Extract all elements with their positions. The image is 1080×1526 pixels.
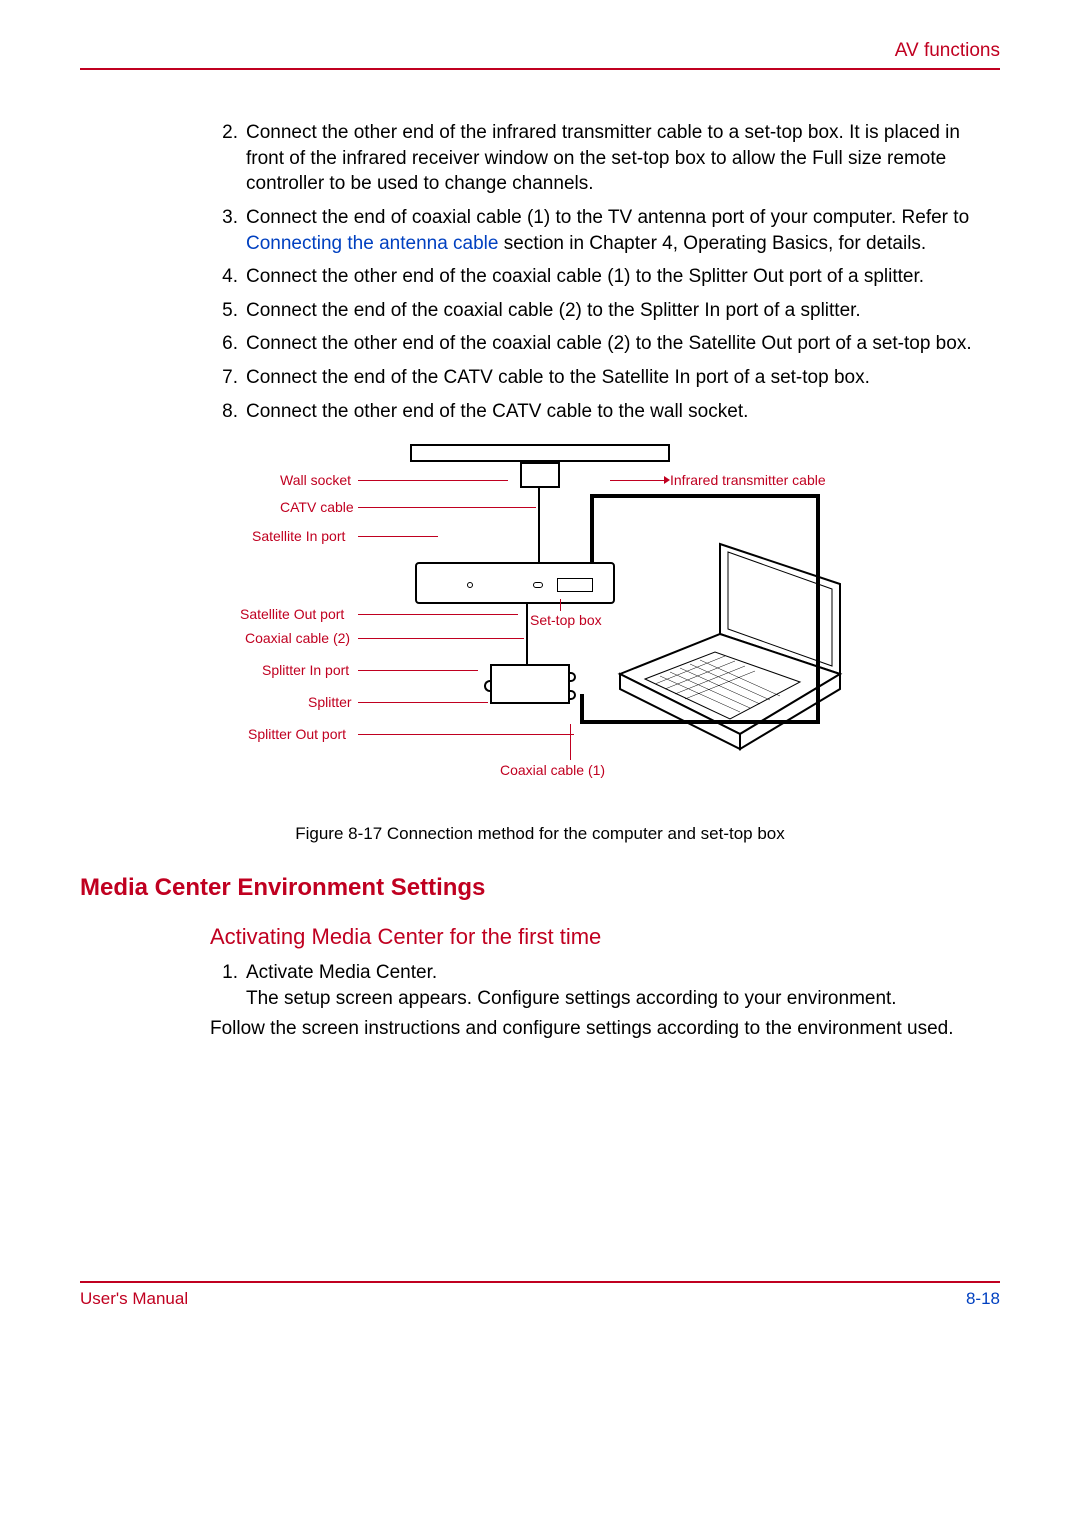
label-sat-in: Satellite In port bbox=[252, 528, 345, 544]
step-number: 7. bbox=[210, 365, 238, 391]
figure-caption: Figure 8-17 Connection method for the co… bbox=[80, 824, 1000, 844]
step-text: Connect the end of coaxial cable (1) to … bbox=[246, 205, 990, 256]
step-7: 7. Connect the end of the CATV cable to … bbox=[210, 365, 990, 391]
header-title: AV functions bbox=[895, 40, 1000, 61]
splitter-icon bbox=[490, 664, 570, 704]
step-number: 2. bbox=[210, 120, 238, 197]
label-splitter-in: Splitter In port bbox=[262, 662, 349, 678]
label-splitter: Splitter bbox=[308, 694, 352, 710]
steps-block: 2. Connect the other end of the infrared… bbox=[210, 120, 990, 424]
step-number: 5. bbox=[210, 298, 238, 324]
label-coax1: Coaxial cable (1) bbox=[500, 762, 605, 778]
step-text: Connect the other end of the infrared tr… bbox=[246, 120, 990, 197]
label-settop: Set-top box bbox=[530, 612, 602, 628]
step-8: 8. Connect the other end of the CATV cab… bbox=[210, 399, 990, 425]
label-wall-socket: Wall socket bbox=[280, 472, 351, 488]
section-heading: Media Center Environment Settings bbox=[80, 874, 1000, 902]
page-header: AV functions bbox=[80, 40, 1000, 70]
step-number: 4. bbox=[210, 264, 238, 290]
activate-step-1: 1. Activate Media Center. The setup scre… bbox=[210, 960, 1000, 1011]
connection-steps: 2. Connect the other end of the infrared… bbox=[210, 120, 990, 424]
label-ir-cable: Infrared transmitter cable bbox=[670, 472, 826, 488]
label-sat-out: Satellite Out port bbox=[240, 606, 344, 622]
step-text: Connect the end of the CATV cable to the… bbox=[246, 365, 870, 391]
step-3: 3. Connect the end of coaxial cable (1) … bbox=[210, 205, 990, 256]
step-text: Connect the other end of the CATV cable … bbox=[246, 399, 748, 425]
laptop-icon bbox=[610, 534, 850, 764]
footer-page: 8-18 bbox=[966, 1289, 1000, 1309]
step-text: Activate Media Center. The setup screen … bbox=[246, 960, 897, 1011]
follow-paragraph: Follow the screen instructions and confi… bbox=[210, 1016, 1000, 1042]
wall-outlet-icon bbox=[520, 462, 560, 488]
step-5: 5. Connect the end of the coaxial cable … bbox=[210, 298, 990, 324]
step-text: Connect the other end of the coaxial cab… bbox=[246, 264, 924, 290]
step-6: 6. Connect the other end of the coaxial … bbox=[210, 331, 990, 357]
antenna-link[interactable]: Connecting the antenna cable bbox=[246, 233, 498, 254]
activate-steps: 1. Activate Media Center. The setup scre… bbox=[210, 960, 1000, 1011]
footer-left: User's Manual bbox=[80, 1289, 188, 1309]
page-footer: User's Manual 8-18 bbox=[80, 1281, 1000, 1309]
connection-diagram: Wall socket CATV cable Satellite In port… bbox=[230, 444, 850, 814]
sub-heading: Activating Media Center for the first ti… bbox=[210, 924, 1000, 950]
step-number: 6. bbox=[210, 331, 238, 357]
step-number: 1. bbox=[210, 960, 238, 1011]
step-number: 8. bbox=[210, 399, 238, 425]
step-number: 3. bbox=[210, 205, 238, 256]
step-text: Connect the end of the coaxial cable (2)… bbox=[246, 298, 861, 324]
step-text: Connect the other end of the coaxial cab… bbox=[246, 331, 972, 357]
settop-box-icon bbox=[415, 562, 615, 604]
label-splitter-out: Splitter Out port bbox=[248, 726, 346, 742]
step-2: 2. Connect the other end of the infrared… bbox=[210, 120, 990, 197]
label-coax2: Coaxial cable (2) bbox=[245, 630, 350, 646]
wall-plate-icon bbox=[410, 444, 670, 462]
label-catv: CATV cable bbox=[280, 499, 354, 515]
figure-area: Wall socket CATV cable Satellite In port… bbox=[80, 444, 1000, 844]
step-4: 4. Connect the other end of the coaxial … bbox=[210, 264, 990, 290]
